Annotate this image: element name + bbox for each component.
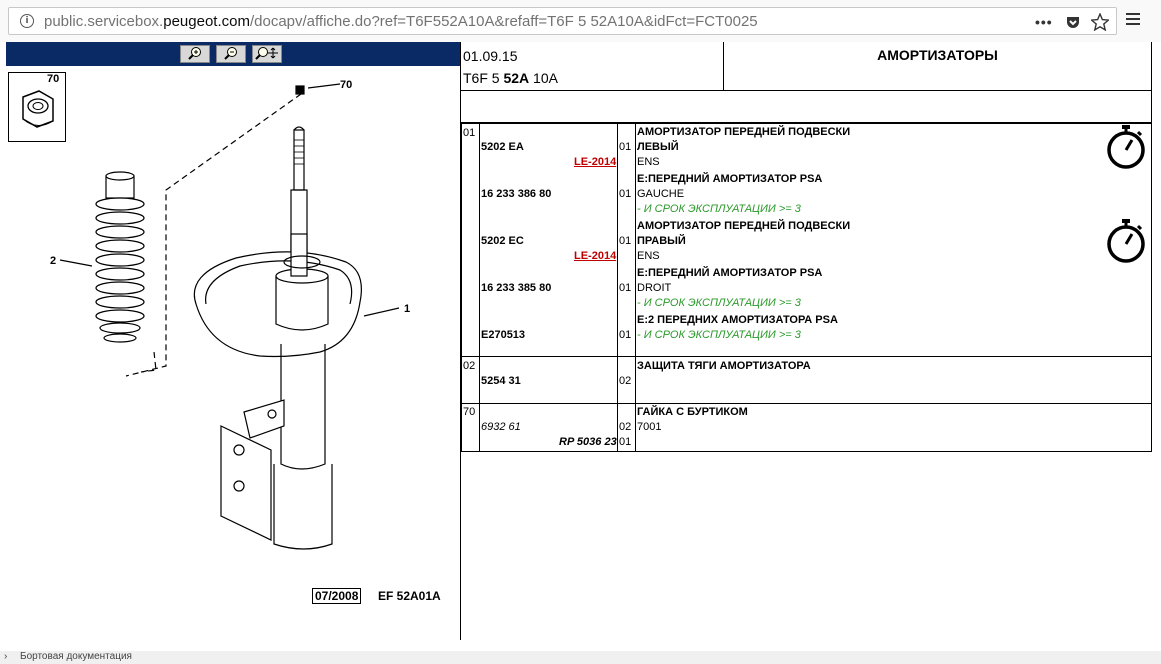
header-date: 01.09.15 bbox=[463, 48, 518, 64]
menu-icon[interactable] bbox=[1126, 13, 1140, 28]
parts-header: 01.09.15 T6F 5 52A 10A АМОРТИЗАТОРЫ bbox=[461, 42, 1152, 91]
position-number: 70 bbox=[463, 406, 476, 418]
zoom-toolbar bbox=[6, 42, 460, 66]
quantity: 02 bbox=[619, 375, 632, 387]
parts-table: 01 5202 EA LE-2014 16 233 386 80 5202 EC… bbox=[461, 123, 1152, 452]
part-description: ENS bbox=[637, 156, 660, 168]
part-description: E:2 ПЕРЕДНИХ АМОРТИЗАТОРА PSA bbox=[637, 314, 838, 326]
browser-toolbar: i public.servicebox.peugeot.com/docapv/a… bbox=[0, 0, 1161, 42]
part-description: ГАЙКА С БУРТИКОМ bbox=[637, 406, 748, 418]
callout-70: 70 bbox=[340, 79, 352, 91]
le-link[interactable]: LE-2014 bbox=[574, 156, 616, 169]
part-reference[interactable]: RP 5036 23 bbox=[559, 436, 617, 449]
parts-pane: 01.09.15 T6F 5 52A 10A АМОРТИЗАТОРЫ 01 5… bbox=[461, 42, 1153, 640]
quantity: 01 bbox=[619, 141, 632, 153]
part-description: E:ПЕРЕДНИЙ АМОРТИЗАТОР PSA bbox=[637, 173, 823, 185]
condition-note: - И СРОК ЭКСПЛУАТАЦИИ >= 3 bbox=[637, 203, 801, 215]
part-reference[interactable]: 6932 61 bbox=[481, 421, 521, 434]
part-reference[interactable]: 5254 31 bbox=[481, 375, 521, 388]
part-description: АМОРТИЗАТОР ПЕРЕДНЕЙ ПОДВЕСКИ bbox=[637, 220, 851, 232]
url-text[interactable]: public.servicebox.peugeot.com/docapv/aff… bbox=[44, 13, 758, 30]
stopwatch-icon[interactable] bbox=[1105, 217, 1147, 265]
callout-2: 2 bbox=[50, 255, 56, 267]
part-description: DROIT bbox=[637, 282, 672, 294]
part-description: ЗАЩИТА ТЯГИ АМОРТИЗАТОРА bbox=[637, 360, 811, 372]
address-bar[interactable]: i public.servicebox.peugeot.com/docapv/a… bbox=[8, 7, 1117, 35]
condition-note: - И СРОК ЭКСПЛУАТАЦИИ >= 3 bbox=[637, 329, 801, 341]
part-reference[interactable]: E270513 bbox=[481, 329, 525, 342]
status-text: Бортовая документация bbox=[20, 651, 132, 662]
more-icon[interactable]: ••• bbox=[1035, 15, 1053, 29]
quantity: 01 bbox=[619, 235, 632, 247]
part-description: ЛЕВЫЙ bbox=[637, 141, 679, 153]
callout-1: 1 bbox=[404, 303, 410, 315]
zoom-in-icon[interactable] bbox=[180, 45, 210, 63]
part-description: GAUCHE bbox=[637, 188, 685, 200]
header-blank-row bbox=[461, 91, 1152, 124]
zoom-out-icon[interactable] bbox=[216, 45, 246, 63]
quantity: 01 bbox=[619, 436, 632, 448]
part-description: ENS bbox=[637, 250, 660, 262]
header-vehicle-code: T6F 5 52A 10A bbox=[463, 70, 558, 86]
diagram-code: EF 52A01A bbox=[378, 589, 441, 603]
diagram-pane: 70 70 2 1 07/2008 EF 52A01A bbox=[6, 42, 460, 640]
position-number: 02 bbox=[463, 360, 476, 372]
quantity: 01 bbox=[619, 282, 632, 294]
part-reference[interactable]: 16 233 386 80 bbox=[481, 188, 551, 201]
part-description: АМОРТИЗАТОР ПЕРЕДНЕЙ ПОДВЕСКИ bbox=[637, 126, 851, 138]
part-reference[interactable]: 5202 EC bbox=[481, 235, 524, 248]
shock-absorber-exploded-view: 70 2 1 bbox=[50, 79, 410, 550]
position-number: 01 bbox=[463, 127, 476, 139]
status-bar: › Бортовая документация bbox=[0, 651, 1161, 664]
part-reference[interactable]: 5202 EA bbox=[481, 141, 524, 154]
quantity: 02 bbox=[619, 421, 632, 433]
info-icon[interactable]: i bbox=[20, 14, 34, 28]
stopwatch-icon[interactable] bbox=[1105, 123, 1147, 171]
quantity: 01 bbox=[619, 329, 632, 341]
part-reference[interactable]: 16 233 385 80 bbox=[481, 282, 551, 295]
part-description: ПРАВЫЙ bbox=[637, 235, 686, 247]
part-description: E:ПЕРЕДНИЙ АМОРТИЗАТОР PSA bbox=[637, 267, 823, 279]
part-description: 7001 bbox=[637, 421, 662, 433]
zoom-pan-icon[interactable] bbox=[252, 45, 282, 63]
condition-note: - И СРОК ЭКСПЛУАТАЦИИ >= 3 bbox=[637, 297, 801, 309]
bookmark-star-icon[interactable] bbox=[1091, 13, 1109, 31]
le-link[interactable]: LE-2014 bbox=[574, 250, 616, 263]
diagram-date: 07/2008 bbox=[312, 588, 362, 604]
pocket-icon[interactable] bbox=[1065, 14, 1081, 30]
page-title: АМОРТИЗАТОРЫ bbox=[877, 47, 998, 63]
quantity: 01 bbox=[619, 188, 632, 200]
